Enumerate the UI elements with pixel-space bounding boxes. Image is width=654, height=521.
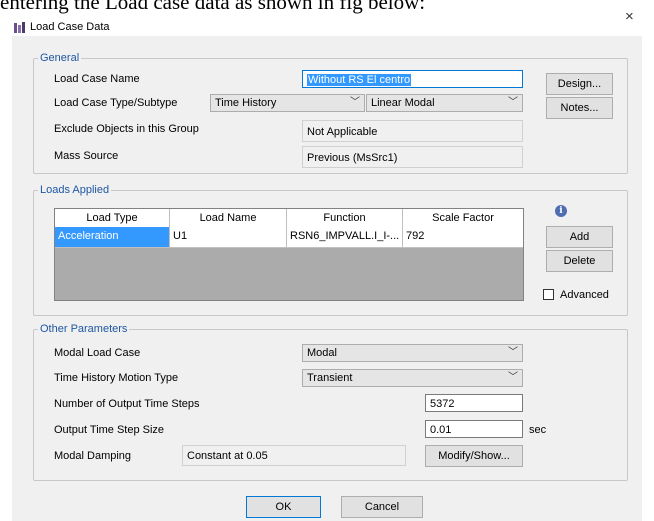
cell-scale-factor[interactable]: 792 xyxy=(403,227,523,247)
other-parameters-legend: Other Parameters xyxy=(40,323,128,335)
exclude-objects-label: Exclude Objects in this Group xyxy=(54,123,199,135)
modify-show-button[interactable]: Modify/Show... xyxy=(425,445,523,467)
cell-function[interactable]: RSN6_IMPVALL.I_I-... xyxy=(287,227,403,247)
modal-damping-label: Modal Damping xyxy=(54,450,132,462)
load-case-name-input[interactable]: Without RS El centro xyxy=(302,70,523,88)
delete-button[interactable]: Delete xyxy=(546,250,613,272)
modal-load-case-value: Modal xyxy=(307,347,337,359)
ok-button[interactable]: OK xyxy=(246,496,321,518)
cancel-button[interactable]: Cancel xyxy=(341,496,423,518)
output-steps-input[interactable]: 5372 xyxy=(425,394,523,412)
output-steps-label: Number of Output Time Steps xyxy=(54,398,200,410)
notes-button[interactable]: Notes... xyxy=(546,97,613,119)
column-header-scale-factor[interactable]: Scale Factor xyxy=(403,209,523,227)
loads-table: Load Type Load Name Function Scale Facto… xyxy=(54,208,524,301)
general-legend: General xyxy=(40,52,80,64)
mass-source-value: Previous (MsSrc1) xyxy=(302,146,523,168)
mass-source-label: Mass Source xyxy=(54,150,119,162)
step-size-unit: sec xyxy=(529,424,547,436)
column-header-load-name[interactable]: Load Name xyxy=(170,209,287,227)
design-button[interactable]: Design... xyxy=(546,73,613,95)
advanced-checkbox[interactable] xyxy=(543,289,554,300)
load-case-type-select[interactable]: Time History ﹀ xyxy=(210,94,365,112)
advanced-label[interactable]: Advanced xyxy=(560,289,609,301)
info-icon[interactable]: i xyxy=(555,205,567,217)
column-header-function[interactable]: Function xyxy=(287,209,403,227)
table-row[interactable]: Acceleration U1 RSN6_IMPVALL.I_I-... 792 xyxy=(55,227,523,248)
chevron-down-icon: ﹀ xyxy=(350,97,360,108)
load-case-name-label: Load Case Name xyxy=(54,73,140,85)
step-size-label: Output Time Step Size xyxy=(54,424,165,436)
load-case-subtype-value: Linear Modal xyxy=(371,97,435,109)
load-case-name-value: Without RS El centro xyxy=(307,74,412,86)
load-case-type-label: Load Case Type/Subtype xyxy=(54,97,178,109)
load-case-subtype-select[interactable]: Linear Modal ﹀ xyxy=(366,94,523,112)
dialog-title: Load Case Data xyxy=(30,21,110,33)
motion-type-value: Transient xyxy=(307,372,353,384)
cell-load-name[interactable]: U1 xyxy=(170,227,287,247)
document-caption-text: entering the Load case data as shown in … xyxy=(0,0,426,14)
chevron-down-icon: ﹀ xyxy=(508,97,518,108)
app-icon xyxy=(14,22,25,33)
step-size-input[interactable]: 0.01 xyxy=(425,420,523,438)
add-button[interactable]: Add xyxy=(546,226,613,248)
loads-applied-legend: Loads Applied xyxy=(40,184,110,196)
modal-damping-value: Constant at 0.05 xyxy=(182,445,406,466)
column-header-load-type[interactable]: Load Type xyxy=(55,209,170,227)
chevron-down-icon: ﹀ xyxy=(508,347,518,358)
load-case-type-value: Time History xyxy=(215,97,277,109)
motion-type-label: Time History Motion Type xyxy=(54,372,179,384)
modal-load-case-select[interactable]: Modal ﹀ xyxy=(302,344,523,362)
modal-load-case-label: Modal Load Case xyxy=(54,347,141,359)
cell-load-type[interactable]: Acceleration xyxy=(55,227,170,247)
exclude-objects-value: Not Applicable xyxy=(302,120,523,142)
motion-type-select[interactable]: Transient ﹀ xyxy=(302,369,523,387)
chevron-down-icon: ﹀ xyxy=(508,372,518,383)
loads-table-header: Load Type Load Name Function Scale Facto… xyxy=(55,209,523,228)
